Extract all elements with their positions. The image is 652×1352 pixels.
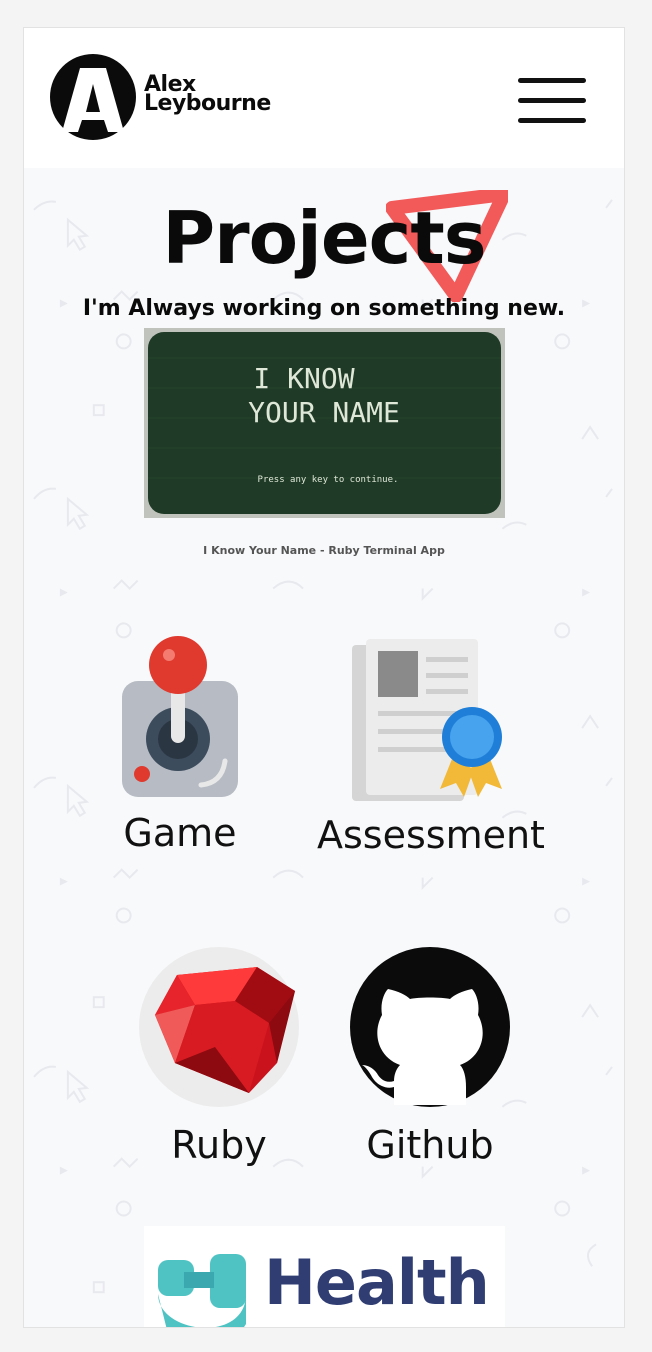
terminal-screen: I KNOW YOUR NAME Press any key to contin… xyxy=(144,328,505,518)
brand-last-name: Leybourne xyxy=(144,91,271,116)
brand-name[interactable]: Alex Leybourne xyxy=(144,74,271,116)
featured-project-caption: I Know Your Name - Ruby Terminal App xyxy=(203,544,445,557)
site-header: Alex Leybourne xyxy=(24,28,624,168)
game-tile[interactable]: Game xyxy=(100,633,260,873)
page-frame: Alex Leybourne Projects I'm Always worki… xyxy=(23,27,625,1328)
a-monogram-logo[interactable] xyxy=(50,54,136,140)
page-subtitle: I'm Always working on something new. xyxy=(82,296,566,321)
github-octocat-icon xyxy=(350,947,510,1107)
certificate-icon xyxy=(352,639,502,801)
github-tile[interactable]: Github xyxy=(344,945,516,1175)
hamburger-menu-icon[interactable] xyxy=(518,78,586,124)
github-label: Github xyxy=(366,1123,494,1167)
ruby-gem-icon xyxy=(139,947,299,1107)
page-title: Projects xyxy=(162,196,486,280)
ruby-tile[interactable]: Ruby xyxy=(134,945,304,1175)
ruby-label: Ruby xyxy=(171,1123,267,1167)
assessment-tile[interactable]: Assessment xyxy=(308,633,554,873)
joystick-icon xyxy=(122,636,238,797)
health-project-banner[interactable]: Health xyxy=(144,1226,505,1327)
featured-project-image[interactable]: I KNOW YOUR NAME Press any key to contin… xyxy=(144,328,505,518)
assessment-label: Assessment xyxy=(317,813,545,857)
game-label: Game xyxy=(123,811,237,855)
terminal-hint: Press any key to continue. xyxy=(258,475,399,485)
health-banner-text: Health xyxy=(264,1246,490,1319)
health-logo-icon xyxy=(158,1254,246,1327)
terminal-line-1: I KNOW xyxy=(253,362,354,395)
terminal-line-2: YOUR NAME xyxy=(248,396,400,429)
